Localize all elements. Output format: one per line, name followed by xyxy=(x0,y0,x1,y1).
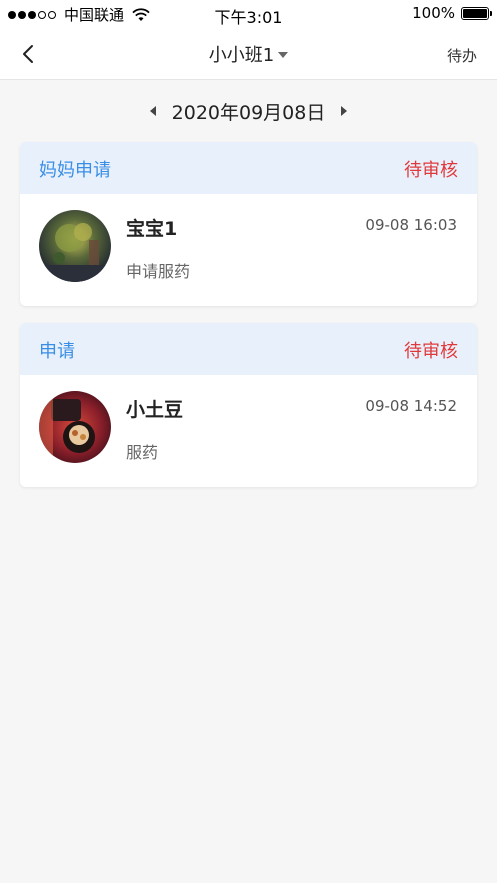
page-title: 小小班1 xyxy=(208,45,275,66)
request-type: 妈妈申请 xyxy=(39,160,111,181)
current-date: 2020年09月08日 xyxy=(171,101,326,124)
avatar xyxy=(39,210,111,282)
caret-down-icon xyxy=(278,52,289,58)
card-body: 小土豆 09-08 14:52 服药 xyxy=(20,375,477,487)
request-card[interactable]: 妈妈申请 待审核 宝宝1 09-08 16:03 申请服药 xyxy=(20,142,477,306)
card-header: 妈妈申请 待审核 xyxy=(20,142,477,194)
avatar xyxy=(39,391,111,463)
class-selector[interactable]: 小小班1 xyxy=(0,41,497,67)
todo-button[interactable]: 待办 xyxy=(447,45,477,66)
child-name: 小土豆 xyxy=(126,399,184,421)
status-badge: 待审核 xyxy=(404,341,458,362)
request-card[interactable]: 申请 待审核 小土豆 09-08 14:52 服药 xyxy=(20,323,477,487)
request-description: 申请服药 xyxy=(126,262,191,281)
status-badge: 待审核 xyxy=(404,160,458,181)
date-navigator: 2020年09月08日 xyxy=(0,96,497,126)
card-header: 申请 待审核 xyxy=(20,323,477,375)
status-right: 100% xyxy=(412,4,492,22)
battery-percent: 100% xyxy=(412,4,455,22)
next-date-button[interactable] xyxy=(341,106,348,116)
status-bar: 中国联通 下午3:01 100% xyxy=(0,0,497,28)
request-time: 09-08 16:03 xyxy=(365,216,457,234)
prev-date-button[interactable] xyxy=(149,106,156,116)
request-description: 服药 xyxy=(126,443,159,462)
battery-icon xyxy=(461,6,492,20)
request-type: 申请 xyxy=(39,341,75,362)
child-name: 宝宝1 xyxy=(126,218,178,240)
request-time: 09-08 14:52 xyxy=(365,397,457,415)
nav-bar: 小小班1 待办 xyxy=(0,28,497,80)
card-body: 宝宝1 09-08 16:03 申请服药 xyxy=(20,194,477,306)
